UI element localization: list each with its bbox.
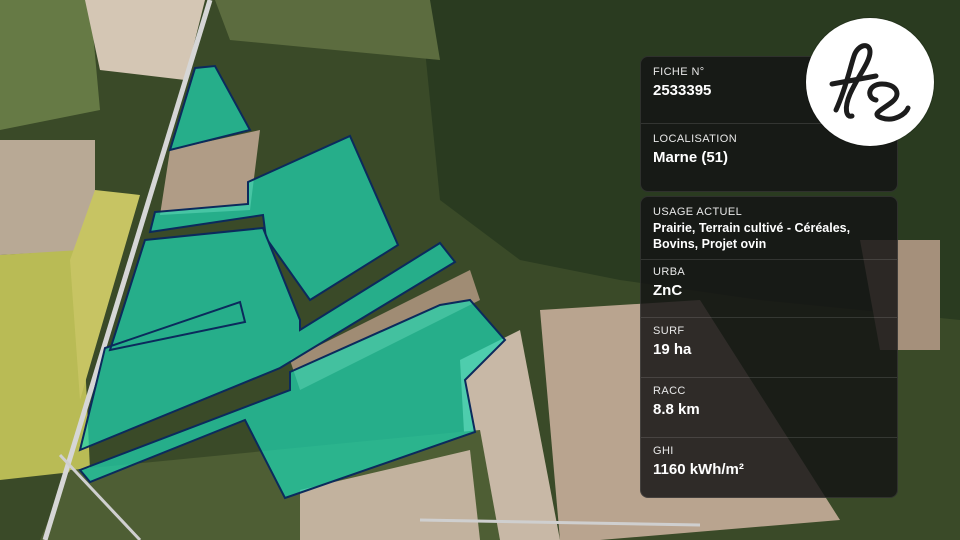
surf-value: 19 ha: [653, 341, 692, 358]
ghi-label: GHI: [653, 445, 674, 457]
ghi-row: GHI 1160 kWh/m²: [641, 437, 897, 497]
localisation-value: Marne (51): [653, 149, 729, 166]
usage-label: USAGE ACTUEL: [653, 206, 743, 218]
racc-label: RACC: [653, 385, 686, 397]
racc-row: RACC 8.8 km: [641, 377, 897, 437]
surf-label: SURF: [653, 325, 685, 337]
surf-row: SURF 19 ha: [641, 317, 897, 377]
racc-value: 8.8 km: [653, 401, 700, 418]
info-card-bottom: USAGE ACTUEL Prairie, Terrain cultivé - …: [640, 196, 898, 498]
fs-monogram-logo: [806, 18, 934, 146]
ghi-value: 1160 kWh/m²: [653, 461, 744, 478]
urba-row: URBA ZnC: [641, 259, 897, 317]
urba-label: URBA: [653, 266, 686, 278]
logo-icon: [829, 43, 911, 122]
urba-value: ZnC: [653, 282, 683, 299]
usage-row: USAGE ACTUEL Prairie, Terrain cultivé - …: [641, 197, 897, 259]
field-left-top: [0, 0, 100, 130]
usage-value: Prairie, Terrain cultivé - Céréales, Bov…: [653, 221, 851, 251]
